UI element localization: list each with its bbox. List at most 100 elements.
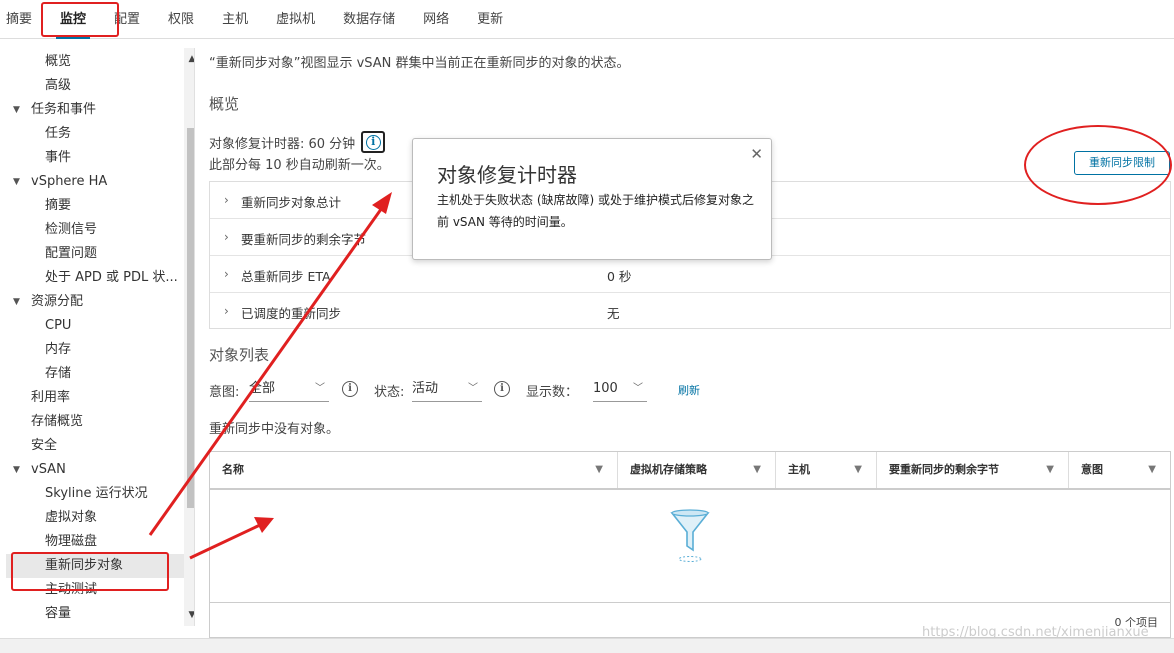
- sidebar-group-label: 资源分配: [31, 294, 84, 309]
- sidebar-item-memory[interactable]: 内存: [6, 338, 194, 362]
- chevron-right-icon[interactable]: ›: [224, 230, 229, 244]
- column-vm-storage-policy[interactable]: 虚拟机存储策略 ▼: [618, 452, 776, 488]
- summary-row-eta[interactable]: › 总重新同步 ETA 0 秒: [210, 256, 1170, 293]
- caret-down-icon[interactable]: ▼: [13, 458, 20, 482]
- caret-down-icon[interactable]: ▼: [13, 290, 20, 314]
- annotation-ellipse-resync-limit: [1024, 125, 1172, 205]
- sidebar-item-physical-disks[interactable]: 物理磁盘: [6, 530, 194, 554]
- sidebar-scrollbar[interactable]: ▲ ▼: [184, 48, 194, 626]
- sidebar-item-heartbeat[interactable]: 检测信号: [6, 218, 194, 242]
- sidebar-item-virtual-objects[interactable]: 虚拟对象: [6, 506, 194, 530]
- sidebar-item-utilization[interactable]: 利用率: [6, 386, 194, 410]
- sidebar-item-tasks[interactable]: 任务: [6, 122, 194, 146]
- chevron-right-icon[interactable]: ›: [224, 267, 229, 281]
- objects-grid: 名称 ▼ 虚拟机存储策略 ▼ 主机 ▼ 要重新同步的剩余字节 ▼ 意图 ▼ 0 个项目: [209, 451, 1171, 638]
- tab-networks[interactable]: 网络: [423, 0, 449, 39]
- main-content: “重新同步对象”视图显示 vSAN 群集中当前正在重新同步的对象的状态。 概览 …: [209, 48, 1171, 638]
- filter-icon[interactable]: ▼: [1046, 452, 1054, 488]
- tab-hosts[interactable]: 主机: [222, 0, 248, 39]
- summary-label: 要重新同步的剩余字节: [241, 232, 367, 247]
- sidebar-item-skyline-health[interactable]: Skyline 运行状况: [6, 482, 194, 506]
- annotation-box-resync-item: [11, 552, 169, 591]
- column-name[interactable]: 名称 ▼: [210, 452, 618, 488]
- filter-icon[interactable]: ▼: [1148, 452, 1156, 488]
- chevron-right-icon[interactable]: ›: [224, 193, 229, 207]
- empty-message: 重新同步中没有对象。: [209, 422, 340, 437]
- object-filters: 意图: 全部 ﹀ i 状态: 活动 ﹀ i 显示数： 100 ﹀ 刷新: [209, 376, 1171, 402]
- column-bytes-left[interactable]: 要重新同步的剩余字节 ▼: [877, 452, 1069, 488]
- sidebar-item-overview[interactable]: 概览: [6, 50, 194, 74]
- repair-timer-tooltip: 对象修复计时器 主机处于失败状态 (缺席故障) 或处于维护模式后修复对象之前 v…: [412, 138, 772, 260]
- filter-icon[interactable]: ▼: [854, 452, 862, 488]
- empty-funnel-icon: [670, 509, 710, 562]
- sidebar-group-vsan[interactable]: ▼ vSAN: [6, 458, 194, 482]
- tab-permissions[interactable]: 权限: [168, 0, 194, 39]
- summary-value: 无: [607, 306, 620, 321]
- view-description: “重新同步对象”视图显示 vSAN 群集中当前正在重新同步的对象的状态。: [209, 56, 630, 71]
- status-info-icon[interactable]: i: [494, 381, 510, 397]
- refresh-link[interactable]: 刷新: [678, 382, 700, 398]
- summary-value: 0 秒: [607, 269, 632, 284]
- caret-down-icon[interactable]: ▼: [13, 170, 20, 194]
- sidebar-group-resource-allocation[interactable]: ▼ 资源分配: [6, 290, 194, 314]
- chevron-right-icon[interactable]: ›: [224, 304, 229, 318]
- scrollbar-thumb[interactable]: [187, 128, 194, 508]
- summary-row-scheduled[interactable]: › 已调度的重新同步 无: [210, 293, 1170, 330]
- sidebar-group-label: vSAN: [31, 462, 66, 477]
- show-count-label: 显示数：: [526, 385, 579, 400]
- column-label: 虚拟机存储策略: [630, 463, 707, 476]
- show-count-value: 100: [593, 381, 618, 396]
- top-tab-bar: 摘要 监控 配置 权限 主机 虚拟机 数据存储 网络 更新: [0, 0, 1174, 39]
- intent-info-icon[interactable]: i: [342, 381, 358, 397]
- sidebar-item-security[interactable]: 安全: [6, 434, 194, 458]
- caret-down-icon[interactable]: ▼: [13, 98, 20, 122]
- intent-value: 全部: [249, 381, 276, 396]
- annotation-box-monitor-tab: [41, 2, 119, 37]
- filter-icon[interactable]: ▼: [753, 452, 761, 488]
- auto-refresh-note: 此部分每 10 秒自动刷新一次。: [209, 158, 390, 173]
- repair-timer-label: 对象修复计时器: 60 分钟: [209, 136, 356, 152]
- object-list-title: 对象列表: [209, 346, 270, 364]
- chevron-down-icon: ﹀: [468, 383, 478, 394]
- tooltip-body: 主机处于失败状态 (缺席故障) 或处于维护模式后修复对象之前 vSAN 等待的时…: [437, 193, 754, 229]
- sidebar-item-capacity[interactable]: 容量: [6, 602, 194, 626]
- tooltip-title: 对象修复计时器: [437, 163, 577, 187]
- tab-updates[interactable]: 更新: [477, 0, 503, 39]
- column-label: 要重新同步的剩余字节: [889, 463, 999, 476]
- close-icon[interactable]: ✕: [750, 145, 763, 163]
- scroll-up-arrow-icon[interactable]: ▲: [184, 52, 194, 66]
- repair-timer-line: 对象修复计时器: 60 分钟 i: [209, 131, 386, 153]
- repair-timer-info-button[interactable]: i: [361, 131, 386, 153]
- sidebar-item-cpu[interactable]: CPU: [6, 314, 194, 338]
- summary-label: 已调度的重新同步: [241, 306, 342, 321]
- column-label: 意图: [1081, 463, 1103, 476]
- status-select[interactable]: 活动 ﹀: [412, 376, 482, 402]
- sidebar-item-storage[interactable]: 存储: [6, 362, 194, 386]
- sidebar-group-label: vSphere HA: [31, 174, 108, 189]
- sidebar-item-events[interactable]: 事件: [6, 146, 194, 170]
- grid-body: [210, 490, 1170, 595]
- tab-summary[interactable]: 摘要: [6, 0, 32, 39]
- sidebar-item-storage-overview[interactable]: 存储概览: [6, 410, 194, 434]
- info-icon: i: [365, 134, 381, 150]
- sidebar-item-advanced[interactable]: 高级: [6, 74, 194, 98]
- status-value: 活动: [412, 381, 439, 396]
- column-intent[interactable]: 意图 ▼: [1069, 452, 1170, 488]
- column-host[interactable]: 主机 ▼: [776, 452, 877, 488]
- overview-title: 概览: [209, 95, 240, 113]
- sidebar-item-ha-summary[interactable]: 摘要: [6, 194, 194, 218]
- bottom-scroll-bar[interactable]: [0, 638, 1174, 653]
- filter-icon[interactable]: ▼: [595, 452, 603, 488]
- intent-select[interactable]: 全部 ﹀: [249, 376, 329, 402]
- scroll-down-arrow-icon[interactable]: ▼: [184, 608, 194, 622]
- tab-vms[interactable]: 虚拟机: [276, 0, 315, 39]
- column-label: 名称: [222, 463, 244, 476]
- sidebar-group-tasks-events[interactable]: ▼ 任务和事件: [6, 98, 194, 122]
- sidebar-group-vsphere-ha[interactable]: ▼ vSphere HA: [6, 170, 194, 194]
- sidebar-item-apd-pdl[interactable]: 处于 APD 或 PDL 状...: [6, 266, 194, 290]
- show-count-select[interactable]: 100 ﹀: [593, 376, 647, 402]
- tab-datastores[interactable]: 数据存储: [343, 0, 395, 39]
- sidebar-item-config-issues[interactable]: 配置问题: [6, 242, 194, 266]
- status-label: 状态:: [374, 385, 405, 400]
- summary-label: 总重新同步 ETA: [241, 269, 331, 284]
